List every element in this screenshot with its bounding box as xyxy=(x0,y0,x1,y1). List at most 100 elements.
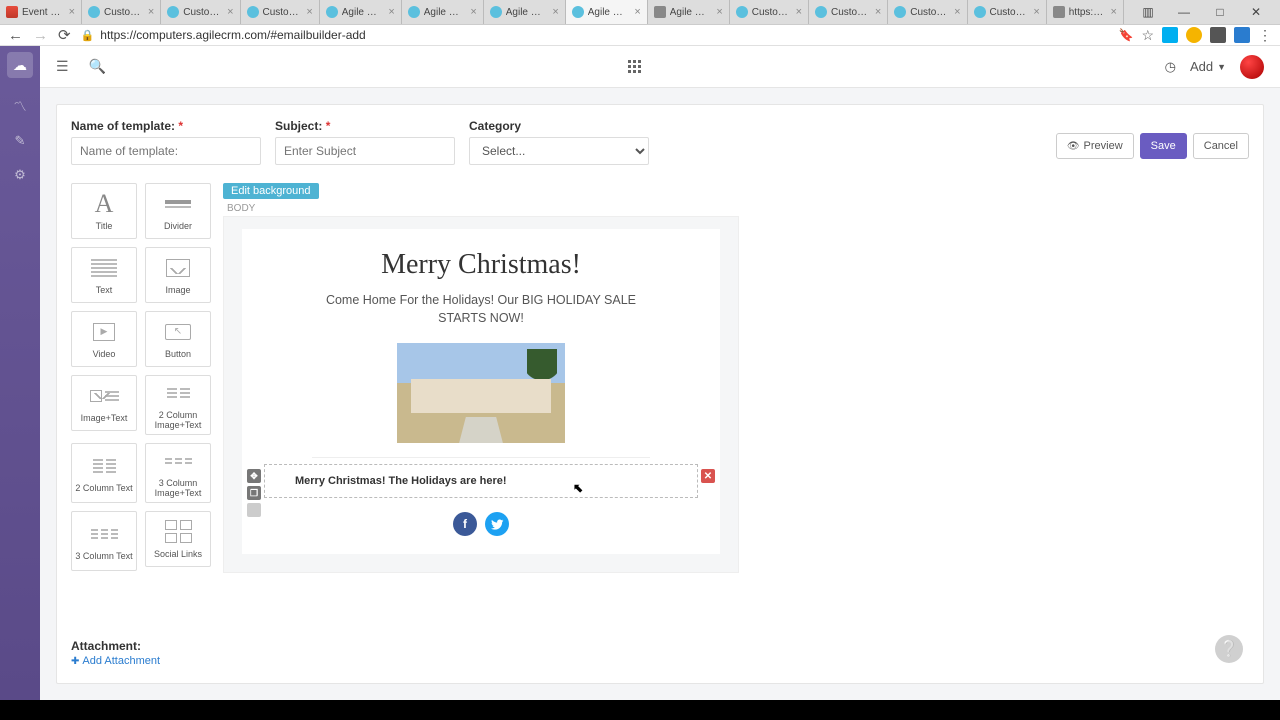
palette-item-social-links[interactable]: Social Links xyxy=(145,511,211,567)
tab-close-icon[interactable]: × xyxy=(306,6,312,18)
edit-background-button[interactable]: Edit background xyxy=(223,183,319,199)
block-duplicate-handle[interactable]: ❐ xyxy=(247,486,261,500)
template-name-input[interactable] xyxy=(71,137,261,165)
cancel-button[interactable]: Cancel xyxy=(1193,133,1249,159)
email-social-block[interactable]: f xyxy=(270,512,692,536)
app-logo-icon[interactable]: ☁ xyxy=(7,52,33,78)
email-text-block-selected[interactable]: ✥ ❐ Merry Christmas! The Holidays are he… xyxy=(264,464,698,498)
email-body[interactable]: Merry Christmas! Come Home For the Holid… xyxy=(242,229,720,554)
browser-tab[interactable]: Customer× xyxy=(241,0,320,24)
browser-forward-icon[interactable]: → xyxy=(33,27,48,44)
browser-tab[interactable]: Agile CRM× xyxy=(402,0,484,24)
tab-favicon-icon xyxy=(815,6,827,18)
browser-tab[interactable]: Customer× xyxy=(809,0,888,24)
palette-item-3-column-image-text[interactable]: 3 Column Image+Text xyxy=(145,443,211,503)
ext-agile-icon[interactable] xyxy=(1234,27,1250,43)
ext-help-icon[interactable] xyxy=(1186,27,1202,43)
window-maximize-icon[interactable]: □ xyxy=(1206,5,1234,19)
body-section-label: BODY xyxy=(227,203,739,214)
email-image-block[interactable] xyxy=(397,343,565,443)
tab-close-icon[interactable]: × xyxy=(716,6,722,18)
palette-item-text[interactable]: Text xyxy=(71,247,137,303)
browser-tab[interactable]: Customer× xyxy=(161,0,240,24)
palette-item-divider[interactable]: Divider xyxy=(145,183,211,239)
palette-item-image[interactable]: Image xyxy=(145,247,211,303)
tab-close-icon[interactable]: × xyxy=(227,6,233,18)
block-handles: ✥ ❐ xyxy=(247,469,261,517)
window-layout-icon[interactable]: ▥ xyxy=(1134,5,1162,19)
facebook-icon[interactable]: f xyxy=(453,512,477,536)
tab-close-icon[interactable]: × xyxy=(796,6,802,18)
block-move-handle[interactable]: ✥ xyxy=(247,469,261,483)
block-delete-button[interactable]: ✕ xyxy=(701,469,715,483)
add-button[interactable]: Add ▼ xyxy=(1190,59,1226,74)
palette-item-2-column-image-text[interactable]: 2 Column Image+Text xyxy=(145,375,211,435)
search-icon[interactable]: 🔍 xyxy=(89,58,106,75)
rail-analytics-icon[interactable]: 〽 xyxy=(13,96,26,115)
tab-close-icon[interactable]: × xyxy=(875,6,881,18)
ext-skype-icon[interactable] xyxy=(1162,27,1178,43)
palette-item-button[interactable]: ↖Button xyxy=(145,311,211,367)
browser-tab[interactable]: Customer × xyxy=(730,0,809,24)
palette-item-icon xyxy=(91,521,118,547)
star-icon[interactable]: ☆ xyxy=(1141,27,1154,44)
browser-menu-icon[interactable]: ⋮ xyxy=(1258,27,1272,44)
subject-label: Subject: * xyxy=(275,119,455,133)
category-select[interactable]: Select... xyxy=(469,137,649,165)
email-canvas[interactable]: Merry Christmas! Come Home For the Holid… xyxy=(223,216,739,573)
toggle-sidebar-icon[interactable]: ☰ xyxy=(56,58,69,75)
browser-tab[interactable]: https://ou× xyxy=(1047,0,1124,24)
save-button[interactable]: Save xyxy=(1140,133,1187,159)
palette-item-title[interactable]: ATitle xyxy=(71,183,137,239)
tab-close-icon[interactable]: × xyxy=(470,6,476,18)
palette-item-3-column-text[interactable]: 3 Column Text xyxy=(71,511,137,571)
tab-close-icon[interactable]: × xyxy=(69,6,75,18)
email-subtitle-block[interactable]: Come Home For the Holidays! Our BIG HOLI… xyxy=(301,291,661,327)
subject-input[interactable] xyxy=(275,137,455,165)
tab-close-icon[interactable]: × xyxy=(1033,6,1039,18)
clock-icon[interactable]: ◷ xyxy=(1165,59,1176,75)
tab-favicon-icon xyxy=(654,6,666,18)
preview-button[interactable]: 👁Preview xyxy=(1056,133,1134,159)
window-close-icon[interactable]: ✕ xyxy=(1242,5,1270,19)
tab-close-icon[interactable]: × xyxy=(388,6,394,18)
user-avatar[interactable] xyxy=(1240,55,1264,79)
browser-tab[interactable]: Agile CRM× xyxy=(566,0,648,24)
browser-reload-icon[interactable]: ⟳ xyxy=(58,26,71,44)
palette-item-icon xyxy=(165,519,192,545)
palette-item-video[interactable]: ▶Video xyxy=(71,311,137,367)
browser-tab[interactable]: Agile CRM× xyxy=(648,0,730,24)
email-title-block[interactable]: Merry Christmas! xyxy=(270,249,692,281)
ext-generic-icon[interactable] xyxy=(1210,27,1226,43)
window-minimize-icon[interactable]: — xyxy=(1170,5,1198,19)
tab-close-icon[interactable]: × xyxy=(148,6,154,18)
block-extra-handle[interactable] xyxy=(247,503,261,517)
browser-tab[interactable]: Agile CRM× xyxy=(320,0,402,24)
browser-tab[interactable]: Customer× xyxy=(968,0,1047,24)
tab-close-icon[interactable]: × xyxy=(954,6,960,18)
browser-back-icon[interactable]: ← xyxy=(8,27,23,44)
tab-close-icon[interactable]: × xyxy=(634,6,640,18)
palette-item-2-column-text[interactable]: 2 Column Text xyxy=(71,443,137,503)
rail-campaign-icon[interactable]: ✎ xyxy=(15,133,26,149)
tab-label: Customer xyxy=(752,7,790,18)
bookmark-tag-icon[interactable]: 🔖 xyxy=(1118,28,1133,42)
tab-close-icon[interactable]: × xyxy=(1111,6,1117,18)
palette-item-image-text[interactable]: Image+Text xyxy=(71,375,137,431)
browser-tab[interactable]: Event Rem× xyxy=(0,0,82,24)
palette-item-icon xyxy=(165,191,191,217)
browser-tab[interactable]: Customer× xyxy=(82,0,161,24)
browser-tab[interactable]: Agile CRM× xyxy=(484,0,566,24)
apps-grid-icon[interactable] xyxy=(628,60,642,74)
tab-close-icon[interactable]: × xyxy=(552,6,558,18)
browser-url-field[interactable]: 🔒 https://computers.agilecrm.com/#emailb… xyxy=(81,28,1109,42)
browser-tab[interactable]: Customer× xyxy=(888,0,967,24)
window-controls: ▥ — □ ✕ xyxy=(1124,0,1280,24)
palette-item-label: Social Links xyxy=(154,549,202,559)
email-text-content[interactable]: Merry Christmas! The Holidays are here! xyxy=(295,475,507,487)
help-fab-icon[interactable]: ❔ xyxy=(1215,635,1243,663)
twitter-icon[interactable] xyxy=(485,512,509,536)
add-attachment-link[interactable]: ✚ Add Attachment xyxy=(71,655,160,667)
rail-settings-icon[interactable]: ⚙ xyxy=(14,167,26,183)
email-divider-block[interactable] xyxy=(312,457,650,458)
